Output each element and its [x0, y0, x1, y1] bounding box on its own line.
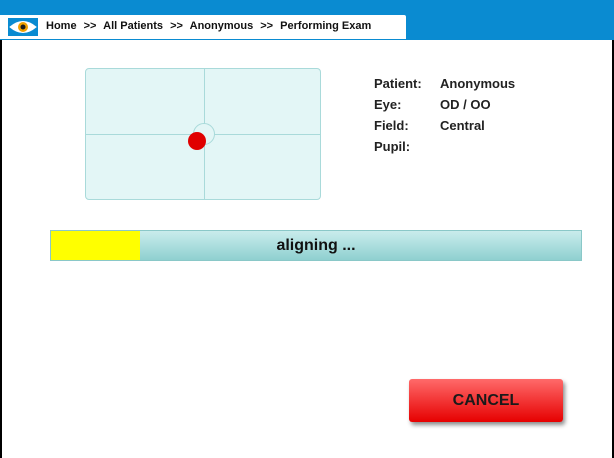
alignment-view: [85, 68, 321, 200]
patient-value: Anonymous: [440, 76, 516, 91]
info-row-field: Field: Central: [374, 118, 515, 139]
info-row-patient: Patient: Anonymous: [374, 76, 515, 97]
breadcrumb-patient[interactable]: Anonymous: [190, 20, 254, 32]
breadcrumb-home[interactable]: Home: [46, 20, 77, 32]
breadcrumb-current: Performing Exam: [280, 20, 372, 32]
info-row-eye: Eye: OD / OO: [374, 97, 515, 118]
breadcrumb-trail: Home >> All Patients >> Anonymous >> Per…: [46, 20, 371, 32]
eye-logo-icon: [8, 18, 38, 36]
eye-value: OD / OO: [440, 97, 491, 112]
progress-status-text: aligning ...: [276, 237, 356, 254]
breadcrumb-separator: >>: [170, 20, 183, 32]
field-value: Central: [440, 118, 485, 133]
field-label: Field:: [374, 118, 409, 133]
pupil-label: Pupil:: [374, 139, 411, 154]
breadcrumb-separator: >>: [260, 20, 274, 32]
patient-info-panel: Patient: Anonymous Eye: OD / OO Field: C…: [374, 76, 515, 160]
alignment-progress-bar: aligning ...: [50, 230, 582, 261]
eye-label: Eye:: [374, 97, 402, 112]
patient-label: Patient:: [374, 76, 422, 91]
breadcrumb-all-patients[interactable]: All Patients: [103, 20, 163, 32]
info-row-pupil: Pupil:: [374, 139, 515, 160]
pupil-position-dot: [188, 132, 206, 150]
cancel-button[interactable]: CANCEL: [409, 379, 563, 422]
breadcrumb-separator: >>: [83, 20, 97, 32]
